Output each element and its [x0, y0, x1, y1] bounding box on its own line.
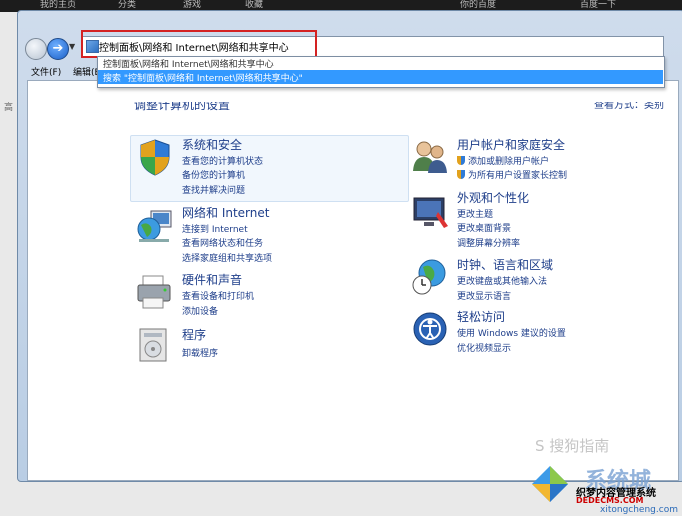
- category-ease-access-title[interactable]: 轻松访问: [457, 308, 505, 325]
- back-button[interactable]: [25, 38, 47, 60]
- shield-icon: [140, 139, 170, 176]
- taskbar-item-games[interactable]: 游戏: [183, 0, 201, 10]
- users-icon: [413, 141, 447, 173]
- network-globe-icon: [137, 210, 172, 242]
- taskbar-item-category[interactable]: 分类: [118, 0, 136, 10]
- recent-pages-dropdown-icon[interactable]: ▼: [69, 42, 75, 51]
- link-add-device[interactable]: 添加设备: [182, 304, 218, 317]
- link-optimize-visual-display[interactable]: 优化视频显示: [457, 341, 511, 354]
- link-backup-computer[interactable]: 备份您的计算机: [182, 168, 245, 181]
- sogou-watermark: S 搜狗指南: [535, 437, 610, 455]
- link-uninstall-program[interactable]: 卸载程序: [182, 346, 218, 359]
- link-devices-printers[interactable]: 查看设备和打印机: [182, 289, 254, 302]
- link-change-theme[interactable]: 更改主题: [457, 207, 493, 220]
- highlight-annotation: [81, 30, 317, 58]
- side-text: 高: [4, 103, 14, 113]
- category-clock-region-title[interactable]: 时钟、语言和区域: [457, 256, 553, 273]
- link-recommended-settings[interactable]: 使用 Windows 建议的设置: [457, 326, 566, 339]
- windows-logo-icon: [532, 466, 568, 502]
- taskbar-item-home[interactable]: 我的主页: [40, 0, 76, 10]
- menu-file[interactable]: 文件(F): [31, 65, 61, 78]
- link-connect-internet[interactable]: 连接到 Internet: [182, 222, 248, 235]
- autocomplete-item-search[interactable]: 搜索 "控制面板\网络和 Internet\网络和共享中心": [103, 71, 303, 84]
- forward-button[interactable]: ➔: [47, 38, 69, 60]
- category-network-internet-title[interactable]: 网络和 Internet: [182, 204, 269, 221]
- category-programs-title[interactable]: 程序: [182, 326, 206, 343]
- link-view-computer-status[interactable]: 查看您的计算机状态: [182, 154, 263, 167]
- link-change-display-language[interactable]: 更改显示语言: [457, 289, 511, 302]
- ease-of-access-icon: [413, 312, 447, 346]
- link-homegroup-sharing[interactable]: 选择家庭组和共享选项: [182, 251, 272, 264]
- uac-shield-icon: [457, 156, 465, 165]
- category-hardware-sound-title[interactable]: 硬件和声音: [182, 271, 242, 288]
- category-system-security-title[interactable]: 系统和安全: [182, 136, 242, 153]
- category-user-accounts-title[interactable]: 用户帐户和家庭安全: [457, 136, 565, 153]
- link-change-keyboard[interactable]: 更改键盘或其他输入法: [457, 274, 547, 287]
- autocomplete-item-path[interactable]: 控制面板\网络和 Internet\网络和共享中心: [103, 57, 274, 70]
- link-troubleshoot[interactable]: 查找并解决问题: [182, 183, 245, 196]
- taskbar-search-box[interactable]: 你的百度: [460, 0, 496, 10]
- xitongcheng-url-watermark: xitongcheng.com: [600, 505, 678, 515]
- category-appearance-title[interactable]: 外观和个性化: [457, 189, 529, 206]
- link-network-status[interactable]: 查看网络状态和任务: [182, 236, 263, 249]
- link-add-remove-accounts[interactable]: 添加或删除用户帐户: [457, 154, 549, 167]
- programs-icon: [139, 328, 167, 362]
- printer-icon: [137, 275, 171, 309]
- taskbar-item-favorites[interactable]: 收藏: [245, 0, 263, 10]
- clock-globe-icon: [412, 259, 446, 295]
- taskbar-search-button[interactable]: 百度一下: [580, 0, 616, 10]
- dedecms-watermark-en: DEDECMS.COM: [576, 496, 644, 505]
- link-parental-controls[interactable]: 为所有用户设置家长控制: [457, 168, 567, 181]
- uac-shield-icon: [457, 170, 465, 179]
- appearance-monitor-icon: [413, 197, 448, 228]
- link-screen-resolution[interactable]: 调整屏幕分辨率: [457, 236, 520, 249]
- link-change-desktop-background[interactable]: 更改桌面背景: [457, 221, 511, 234]
